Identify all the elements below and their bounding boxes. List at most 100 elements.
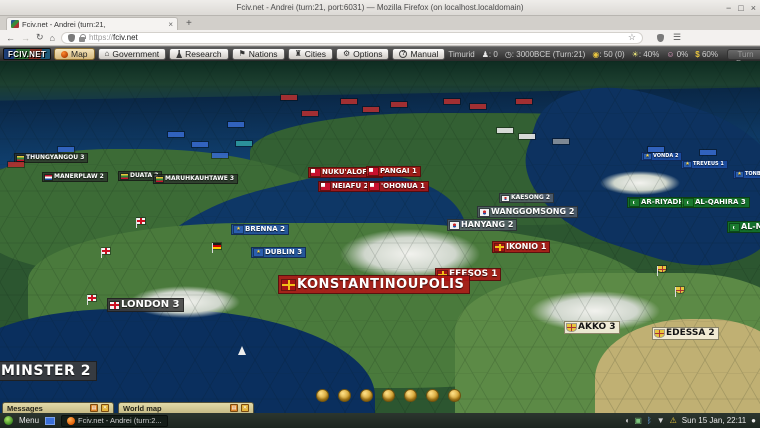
city-name: EDESSA 2: [666, 329, 715, 338]
unit-flag-england[interactable]: [137, 218, 145, 224]
volume-icon[interactable]: ◖: [624, 417, 629, 425]
turn-value: 3000BCE (Turn:21): [516, 50, 585, 59]
task-label: Fciv.net - Andrei (turn:2...: [78, 416, 162, 425]
world-map-panel-tab[interactable]: World map ▤ ✕: [118, 402, 254, 413]
toolbar-button-manual[interactable]: ?Manual: [392, 48, 445, 60]
crescent-flag-icon: [630, 199, 639, 206]
city-label-thungyangou-3[interactable]: THUNGYANGOU 3: [14, 153, 88, 163]
crescent-flag-icon: [684, 199, 693, 206]
city-label-london-3[interactable]: LONDON 3: [107, 298, 184, 312]
unit-flag-goldshield[interactable]: [658, 266, 666, 272]
toolbar-button-government[interactable]: ⌂Government: [98, 48, 167, 60]
city-label-al-mad[interactable]: AL-MAD: [727, 221, 760, 233]
url-text[interactable]: https://fciv.net: [89, 33, 624, 42]
bluestar-flag-icon: [736, 172, 743, 177]
unit-action-coin-button[interactable]: [360, 389, 373, 402]
maximize-icon[interactable]: □: [738, 3, 743, 13]
security-shield-icon[interactable]: ▣: [634, 417, 642, 425]
city-label-maruhkauhtawe-3[interactable]: MARUHKAUHTAWE 3: [153, 174, 238, 184]
city-label-tonba-1[interactable]: TONBA 1: [733, 170, 760, 179]
workspace-pager-icon[interactable]: [45, 417, 55, 425]
city-name: AL-QAHIRA 3: [695, 199, 746, 206]
unit-action-coin-button[interactable]: [426, 389, 439, 402]
unit-flag-goldshield[interactable]: [676, 287, 684, 293]
world-map-expand-button[interactable]: ▤: [230, 404, 238, 412]
wifi-icon[interactable]: ▼: [657, 417, 665, 425]
toolbar-button-cities[interactable]: ♜Cities: [288, 48, 333, 60]
city-label-treveus-1[interactable]: TREVEUS 1: [681, 160, 728, 169]
status-line: Timurid ♟: 0 ◷: 3000BCE (Turn:21) ◉: 50 …: [448, 50, 718, 59]
notification-bell-icon[interactable]: ●: [751, 417, 756, 425]
unit-flag-england[interactable]: [88, 295, 96, 301]
city-label-konstantinoupolis[interactable]: KONSTANTINOUPOLIS: [278, 275, 470, 294]
unit-action-coin-button[interactable]: [404, 389, 417, 402]
city-name: NEIAFU 2: [332, 183, 368, 190]
firefox-task-button[interactable]: Fciv.net - Andrei (turn:2...: [61, 415, 168, 427]
warning-icon[interactable]: ⚠: [670, 417, 677, 425]
bookmark-star-icon[interactable]: ☆: [628, 32, 636, 43]
city-label-edessa-2[interactable]: EDESSA 2: [652, 327, 719, 340]
bluestar-flag-icon: [234, 226, 243, 233]
toolbar-button-label: Map: [71, 49, 88, 59]
city-label-pangai-1[interactable]: PANGAI 1: [366, 166, 421, 177]
distant-city-marker: [444, 99, 460, 104]
unit-action-coin-button[interactable]: [338, 389, 351, 402]
hamburger-menu-icon[interactable]: ☰: [673, 32, 681, 43]
unit-action-coin-button[interactable]: [448, 389, 461, 402]
os-menu-icon[interactable]: [4, 416, 13, 425]
messages-panel-tab[interactable]: Messages ▤ ✕: [2, 402, 114, 413]
city-label-ikonio-1[interactable]: IKONIO 1: [492, 241, 550, 253]
city-name: TREVEUS 1: [693, 162, 724, 167]
unit-action-coin-button[interactable]: [382, 389, 395, 402]
toolbar-button-label: Nations: [249, 49, 278, 59]
unit-flag-england[interactable]: [102, 248, 110, 254]
unit-flag-germany[interactable]: [213, 243, 221, 249]
back-icon[interactable]: ←: [6, 33, 15, 43]
toolbar-button-label: Cities: [305, 49, 326, 59]
city-name: AL-MAD: [741, 223, 760, 231]
new-tab-button[interactable]: +: [186, 18, 192, 29]
reload-icon[interactable]: ↻: [36, 32, 44, 43]
city-label--ohonua-1[interactable]: 'OHONUA 1: [367, 181, 429, 192]
os-menu-label[interactable]: Menu: [19, 416, 39, 425]
tab-bar: Fciv.net - Andrei (turn:21, × +: [0, 16, 760, 30]
url-bar[interactable]: https://fciv.net ☆: [61, 32, 643, 44]
boat-unit[interactable]: [238, 346, 246, 355]
city-label-minster-2[interactable]: MINSTER 2: [0, 361, 97, 381]
tab-title: Fciv.net - Andrei (turn:21,: [22, 20, 165, 29]
city-label-dublin-3[interactable]: DUBLIN 3: [251, 247, 306, 258]
city-label-akko-3[interactable]: AKKO 3: [564, 321, 620, 334]
toolbar-button-research[interactable]: Research: [169, 48, 228, 60]
world-map-close-button[interactable]: ✕: [241, 404, 249, 412]
tab-close-icon[interactable]: ×: [168, 20, 173, 29]
toolbar-button-nations[interactable]: ⚑Nations: [232, 48, 285, 60]
game-map[interactable]: THUNGYANGOU 3MANERPLAW 2DUATA 2MARUHKAUH…: [0, 61, 760, 413]
city-label-hanyang-2[interactable]: HANYANG 2: [447, 219, 517, 231]
toolbar-button-options[interactable]: ⚙Options: [336, 48, 389, 60]
city-label-manerplaw-2[interactable]: MANERPLAW 2: [42, 172, 108, 182]
messages-expand-button[interactable]: ▤: [90, 404, 98, 412]
distant-city-marker: [192, 142, 208, 147]
city-label-wanggomsong-2[interactable]: WANGGOMSONG 2: [477, 206, 578, 218]
close-icon[interactable]: ×: [751, 3, 756, 13]
turn-done-button[interactable]: Turn Done: [727, 49, 760, 60]
minimize-icon[interactable]: −: [726, 3, 731, 13]
city-label-al-qahira-3[interactable]: AL-QAHIRA 3: [681, 197, 750, 208]
forward-icon[interactable]: →: [21, 33, 30, 43]
unit-action-coin-button[interactable]: [316, 389, 329, 402]
account-shield-icon[interactable]: [657, 34, 664, 42]
tracking-shield-icon[interactable]: [68, 34, 75, 42]
messages-close-button[interactable]: ✕: [101, 404, 109, 412]
city-label-kaesong-2[interactable]: KAESONG 2: [499, 193, 554, 203]
city-name: KAESONG 2: [511, 195, 550, 201]
tonga-flag-icon: [369, 168, 378, 175]
city-label-vonda-2[interactable]: VONDA 2: [641, 152, 682, 161]
taskbar-clock[interactable]: Sun 15 Jan, 22:11: [682, 416, 746, 425]
toolbar-button-map[interactable]: Map: [54, 48, 95, 60]
bluetooth-icon[interactable]: ᛒ: [647, 417, 652, 425]
city-label-brenna-2[interactable]: BRENNA 2: [231, 224, 289, 235]
city-label-neiafu-2[interactable]: NEIAFU 2: [318, 181, 372, 192]
city-name: KONSTANTINOUPOLIS: [297, 278, 464, 291]
home-icon[interactable]: ⌂: [50, 33, 55, 43]
browser-tab[interactable]: Fciv.net - Andrei (turn:21, ×: [6, 17, 178, 30]
